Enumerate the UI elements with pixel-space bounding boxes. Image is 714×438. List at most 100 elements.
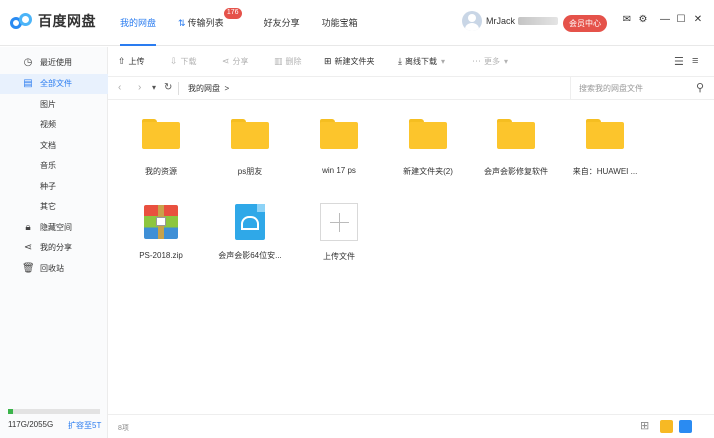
breadcrumb-item[interactable]: 我的网盘 [188, 84, 220, 93]
share-label: 分享 [232, 57, 249, 66]
title-bar: 百度网盘 我的网盘 ⇅ 传输列表 176 好友分享 功能宝箱 MrJack 会员中… [0, 0, 714, 46]
sidebar-item-hidden-space[interactable]: 🔒︎ 隐藏空间 [0, 218, 108, 238]
sidebar-item-label: 其它 [40, 202, 56, 211]
settings-icon[interactable]: ⚙ [636, 14, 650, 25]
list-view-icon[interactable]: ≡ [692, 55, 698, 67]
username: MrJack [486, 16, 515, 26]
back-icon[interactable]: ‹ [118, 82, 121, 93]
download-button[interactable]: ⇩ 下载 [170, 56, 197, 67]
delete-button[interactable]: ▥ 删除 [274, 56, 302, 67]
tab-transfer-list-label: 传输列表 [187, 18, 224, 28]
transfer-icon: ⇅ [178, 18, 186, 28]
tab-friend-share[interactable]: 好友分享 [264, 0, 300, 46]
more-icon: ⋯ [472, 56, 481, 66]
grid-view-icon[interactable]: ⊞ [640, 419, 653, 432]
sidebar-item-label: 种子 [40, 182, 56, 191]
sidebar-item-videos[interactable]: 视频 [0, 115, 108, 135]
upload-icon: ⇧ [118, 56, 126, 66]
search-input[interactable]: 搜索我的网盘文件 [579, 83, 643, 94]
sort-icon[interactable]: ☰ [674, 55, 684, 68]
folder-icon [320, 119, 358, 149]
sidebar-item-label: 视频 [40, 120, 56, 129]
file-item[interactable]: PS-2018.zip [121, 205, 201, 260]
sidebar-item-my-shares[interactable]: ⋖ 我的分享 [0, 238, 108, 258]
upgrade-icon[interactable] [660, 420, 673, 433]
sidebar-item-label: 全部文件 [40, 79, 72, 88]
sidebar: ◷ 最近使用 ▤ 全部文件 图片 视频 文档 音乐 种子 其它 🔒︎ 隐藏空间 ⋖ 我的… [0, 47, 108, 438]
sidebar-item-recycle-bin[interactable]: 🗑︎ 回收站 [0, 259, 108, 279]
file-name: 来自：HUAWEI ... [572, 167, 638, 176]
file-item[interactable]: win 17 ps [299, 119, 379, 175]
folder-icon [231, 119, 269, 149]
tab-friend-share-label: 好友分享 [263, 18, 300, 28]
share-button[interactable]: ⋖ 分享 [222, 56, 249, 67]
file-icon: ▤ [23, 78, 33, 89]
file-item[interactable]: 来自：HUAWEI ... [565, 119, 645, 177]
sidebar-item-torrents[interactable]: 种子 [0, 177, 108, 197]
quota-progress-fill [8, 409, 14, 414]
tab-toolbox[interactable]: 功能宝箱 [322, 0, 358, 46]
history-dropdown-icon[interactable]: ▾ [152, 83, 156, 92]
file-item[interactable]: 我的资源 [121, 119, 201, 177]
sidebar-item-label: 最近使用 [40, 58, 72, 67]
new-folder-icon: ⊞ [324, 56, 332, 66]
file-name: 上传文件 [323, 252, 355, 261]
search-box[interactable]: 搜索我的网盘文件 ⚲ [570, 77, 714, 99]
more-button[interactable]: ⋯ 更多 ▾ [472, 56, 508, 67]
maximize-icon[interactable]: ☐ [674, 14, 688, 25]
sidebar-item-label: 图片 [40, 100, 56, 109]
folder-icon [497, 119, 535, 149]
minimize-icon[interactable]: — [658, 14, 672, 25]
sidebar-item-others[interactable]: 其它 [0, 197, 108, 217]
file-item[interactable]: 会声会影修复软件 [476, 119, 556, 177]
more-label: 更多 [484, 57, 500, 66]
tab-my-drive-label: 我的网盘 [120, 18, 157, 28]
file-item[interactable]: 会声会影64位安... [210, 204, 290, 261]
sidebar-item-label: 我的分享 [40, 243, 72, 252]
sidebar-item-label: 文档 [40, 141, 56, 150]
installer-package-icon [235, 204, 265, 240]
file-name: 我的资源 [145, 167, 177, 176]
avatar[interactable] [462, 11, 482, 31]
file-item[interactable]: 新建文件夹(2) [388, 119, 468, 177]
forward-icon[interactable]: › [138, 82, 141, 93]
user-area[interactable]: MrJack [462, 11, 558, 31]
file-name: 会声会影修复软件 [484, 167, 548, 176]
username-blur [518, 17, 558, 25]
tab-transfer-list[interactable]: ⇅ 传输列表 176 [178, 0, 242, 46]
offline-download-button[interactable]: ⤓ 离线下载 ▾ [398, 56, 445, 67]
vip-center-button[interactable]: 会员中心 [563, 15, 607, 32]
divider [178, 82, 179, 95]
mail-icon[interactable]: ✉ [620, 14, 634, 25]
quota-text: 117G/2055G [8, 420, 54, 429]
file-item[interactable]: ps朋友 [210, 119, 290, 177]
new-folder-button[interactable]: ⊞ 新建文件夹 [324, 56, 375, 67]
close-icon[interactable]: ✕ [691, 14, 705, 25]
plus-icon [320, 203, 358, 241]
upload-file-tile[interactable]: 上传文件 [299, 203, 379, 262]
expand-storage-link[interactable]: 扩容至5T [68, 420, 101, 431]
tab-my-drive[interactable]: 我的网盘 [120, 0, 157, 46]
app-logo: 百度网盘 [10, 11, 96, 31]
sidebar-item-pictures[interactable]: 图片 [0, 95, 108, 115]
lock-icon[interactable] [679, 420, 692, 433]
status-bar: 8项 ⊞ [108, 414, 714, 438]
delete-label: 删除 [285, 57, 302, 66]
sidebar-item-all-files[interactable]: ▤ 全部文件 [0, 74, 108, 94]
offline-download-icon: ⤓ [398, 56, 402, 66]
folder-icon [409, 119, 447, 149]
folder-icon [142, 119, 180, 149]
chevron-down-icon: ▾ [440, 57, 445, 66]
search-icon[interactable]: ⚲ [696, 81, 704, 94]
sidebar-item-recent[interactable]: ◷ 最近使用 [0, 53, 108, 73]
sidebar-item-documents[interactable]: 文档 [0, 136, 108, 156]
refresh-icon[interactable]: ↻ [164, 82, 172, 93]
app-logo-text: 百度网盘 [38, 13, 96, 29]
offline-download-label: 离线下载 [404, 57, 437, 66]
trash-icon: ▥ [274, 56, 283, 66]
download-icon: ⇩ [170, 56, 178, 66]
sidebar-item-music[interactable]: 音乐 [0, 156, 108, 176]
upload-button[interactable]: ⇧ 上传 [118, 56, 145, 67]
breadcrumb[interactable]: 我的网盘 > [188, 83, 229, 94]
item-count: 8项 [118, 425, 129, 432]
